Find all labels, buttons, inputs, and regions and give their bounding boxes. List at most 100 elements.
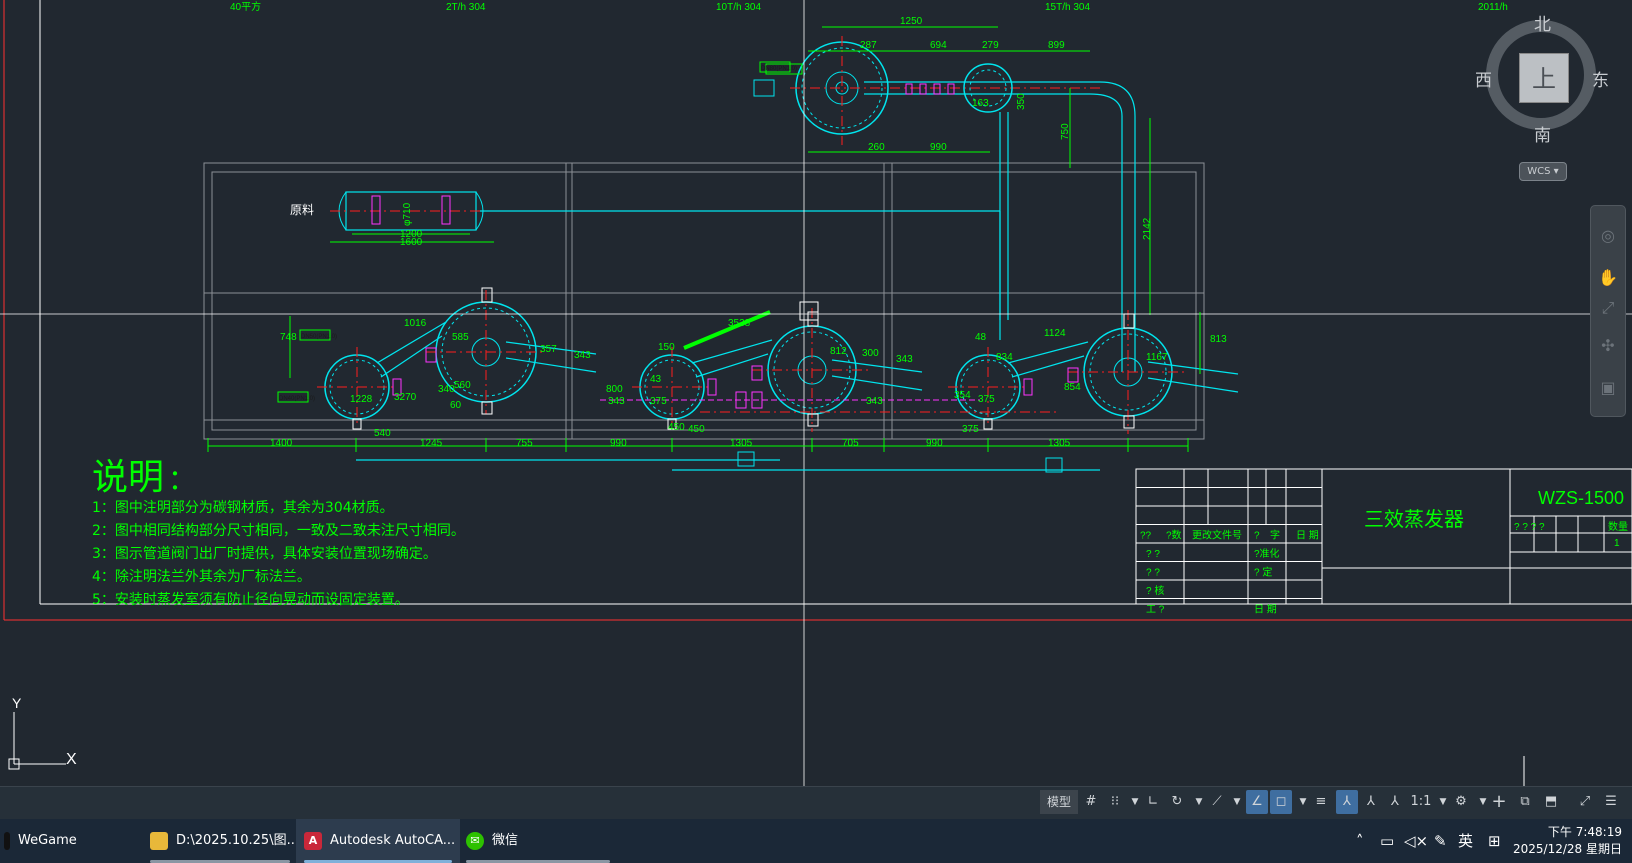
taskbar-autocad[interactable]: A Autodesk AutoCA... (296, 819, 460, 863)
dim-bottom: 990 (610, 438, 627, 449)
zoom-extents-icon[interactable]: ⤢ (1598, 298, 1618, 318)
highlight-pipe (683, 310, 771, 350)
taskbar-explorer-label: D:\2025.10.25\图... (176, 833, 299, 848)
compass-west[interactable]: 西 (1475, 66, 1492, 91)
steering-wheel-icon[interactable]: ◎ (1598, 226, 1618, 246)
plus-icon[interactable]: + (1488, 790, 1510, 814)
top-cut-label: 40平方 (230, 0, 261, 13)
vapor-fitting (933, 83, 941, 95)
title-block-header: ?数 (1166, 529, 1182, 542)
wcs-menu-button[interactable]: WCS ▾ (1519, 162, 1567, 181)
dim-top: 260 (868, 142, 885, 153)
ime-mode-icon[interactable]: ⊞ (1488, 819, 1501, 863)
isolate-icon[interactable]: ⧉ (1514, 790, 1536, 814)
folder-icon (150, 831, 168, 850)
pen-icon[interactable]: ✎ (1434, 819, 1447, 863)
dim-bottom: 1400 (270, 438, 293, 449)
taskbar-autocad-label: Autodesk AutoCA... (330, 833, 456, 848)
network-icon[interactable]: ▭ (1380, 819, 1394, 863)
dim-main: 150 (658, 342, 675, 353)
vapor-fitting (905, 83, 913, 95)
dim-main: 834 (996, 352, 1013, 363)
dim-top: 163 (972, 98, 989, 109)
tray-chevron-icon[interactable]: ˄ (1356, 819, 1364, 863)
dim-main: 3538 (728, 318, 751, 329)
feed-label: 原料 (290, 203, 314, 217)
hardware-accel-icon[interactable]: ⬒ (1540, 790, 1562, 814)
auto-scale-icon[interactable]: ⅄ (1360, 790, 1382, 814)
drawing-title: 三效蒸发器 (1364, 508, 1464, 531)
dim-750: 750 (1060, 123, 1071, 140)
dim-bottom: 705 (842, 438, 859, 449)
preheater-flange-1 (371, 195, 381, 225)
evaporator-top-nozzle (481, 287, 493, 303)
customize-icon[interactable]: ☰ (1600, 790, 1622, 814)
status-bar: 模型 # ⁝⁝ ▼ ∟ ↻ ▼ ⟋ ▼ ∠ ◻ ▼ ≡ ⅄ ⅄ ⅄ 1:1 ▼ … (0, 786, 1632, 819)
pipe-bend-outer (1099, 81, 1136, 117)
evaporator-bottom-nozzle (1123, 415, 1135, 429)
pipe-bend-inner (1089, 93, 1123, 117)
wechat-icon: ✉ (466, 831, 484, 850)
clock-time: 下午 7:48:19 (1547, 825, 1622, 839)
lineweight-icon[interactable]: ≡ (1310, 790, 1332, 814)
isodraft-icon[interactable]: ⟋ (1206, 790, 1228, 814)
dim-main: 585 (452, 332, 469, 343)
dim-top: 1250 (900, 16, 923, 27)
title-block-header: 字 (1270, 529, 1280, 542)
otrack-icon[interactable]: ∠ (1246, 790, 1268, 814)
dim-2142: 2142 (1142, 217, 1153, 240)
title-block-qty-header: 数量 (1608, 520, 1628, 533)
isodraft-dropdown-icon[interactable]: ▼ (1226, 790, 1248, 814)
orbit-icon[interactable]: ✣ (1598, 336, 1618, 356)
ime-language[interactable]: 英 (1458, 819, 1473, 863)
viewcube[interactable]: 上 北 南 西 东 (1475, 14, 1610, 146)
condenser-nozzle-flange (753, 79, 775, 97)
fullscreen-icon[interactable]: ⤢ (1574, 790, 1596, 814)
taskbar-clock[interactable]: 下午 7:48:19 2025/12/28 星期日 (1513, 824, 1622, 858)
workspace-gear-icon[interactable]: ⚙ (1450, 790, 1472, 814)
top-cut-label: 2011/h (1478, 2, 1508, 13)
ortho-icon[interactable]: ∟ (1142, 790, 1164, 814)
dim-bottom: 990 (926, 438, 943, 449)
dim-top: 287 (860, 40, 877, 51)
volume-muted-icon[interactable]: ◁× (1404, 819, 1428, 863)
dim-bottom: 1305 (1048, 438, 1071, 449)
title-block-header: ? (1254, 531, 1260, 542)
dim-main: 812 (830, 346, 847, 357)
polar-icon[interactable]: ↻ (1166, 790, 1188, 814)
dim-main: 340 (438, 384, 455, 395)
navigation-bar[interactable]: ◎ ✋ ⤢ ✣ ▣ (1590, 205, 1626, 417)
dim-top: 899 (1048, 40, 1065, 51)
taskbar-explorer[interactable]: D:\2025.10.25\图... (140, 819, 300, 863)
compass-south[interactable]: 南 (1534, 121, 1551, 146)
dim-main: 813 (1210, 334, 1227, 345)
title-block-row-label: ? 核 (1146, 584, 1164, 597)
viewcube-top-face[interactable]: 上 (1519, 53, 1569, 103)
pan-hand-icon[interactable]: ✋ (1598, 268, 1618, 288)
taskbar-wechat[interactable]: ✉ 微信 (460, 819, 616, 863)
grid-icon[interactable]: # (1080, 790, 1102, 814)
autocad-icon: A (304, 831, 322, 850)
top-cut-label: 2T/h 304 (446, 2, 486, 13)
nozzle-tag-text: DN40(PN1.0) (279, 396, 315, 402)
annotation-scale-icon[interactable]: ⅄ (1384, 790, 1406, 814)
osnap-icon[interactable]: ◻ (1270, 790, 1292, 814)
dim-main: 343 (896, 354, 913, 365)
annotation-visibility-icon[interactable]: ⅄ (1336, 790, 1358, 814)
compass-north[interactable]: 北 (1534, 10, 1551, 35)
dim-main: 560 (454, 380, 471, 391)
model-space-canvas[interactable]: 40平方 2T/h 304 10T/h 304 15T/h 304 2011/h 原料 φ7… (0, 0, 1632, 790)
taskbar-wegame[interactable]: WeGame (0, 819, 134, 863)
showmotion-icon[interactable]: ▣ (1598, 378, 1618, 398)
top-cut-label: 10T/h 304 (716, 2, 761, 13)
preheater-flange-2 (441, 195, 451, 225)
dim-main: 60 (450, 400, 462, 411)
drawing-number: WZS-1500 (1538, 488, 1624, 508)
snap-icon[interactable]: ⁝⁝ (1104, 790, 1126, 814)
dim-preheater-dia: φ710 (402, 202, 413, 226)
compass-east[interactable]: 东 (1592, 66, 1609, 91)
dim-main: 48 (975, 332, 987, 343)
dim-540: 540 (374, 428, 391, 439)
model-tab-button[interactable]: 模型 (1040, 790, 1078, 814)
dim-main: 450 (668, 422, 685, 433)
